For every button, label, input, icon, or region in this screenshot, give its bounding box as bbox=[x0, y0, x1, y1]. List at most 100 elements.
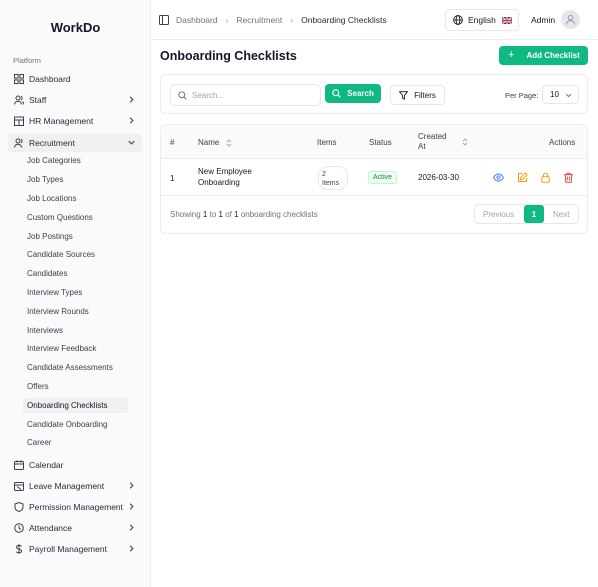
results-summary: Showing 1 to 1 of 1 onboarding checklist… bbox=[170, 210, 318, 219]
sidebar-item-payroll-management[interactable]: Payroll Management bbox=[8, 540, 142, 558]
created-header-line2: At bbox=[418, 142, 426, 151]
sidebar-subitem-candidate-onboarding[interactable]: Candidate Onboarding bbox=[23, 417, 128, 432]
sidebar-item-calendar[interactable]: Calendar bbox=[8, 456, 142, 474]
per-page-select[interactable]: 10 bbox=[542, 85, 579, 104]
sidebar-item-hr-management[interactable]: HR Management bbox=[8, 112, 142, 130]
checklists-table: # Name Items Status Created At Actions 1… bbox=[160, 124, 588, 234]
sidebar-section-label: Platform bbox=[13, 56, 41, 65]
row-created-at: 2026-03-30 bbox=[418, 173, 459, 182]
edit-icon[interactable] bbox=[517, 172, 528, 183]
chevron-down-icon bbox=[128, 140, 135, 145]
sidebar-subitem-interview-feedback[interactable]: Interview Feedback bbox=[23, 341, 128, 356]
chevron-right-icon bbox=[129, 117, 134, 124]
sidebar-item-attendance[interactable]: Attendance bbox=[8, 519, 142, 537]
sidebar-subitem-candidate-assessments[interactable]: Candidate Assessments bbox=[23, 360, 128, 375]
sidebar-item-label: Permission Management bbox=[29, 502, 124, 512]
items-count-badge: 2 Items bbox=[318, 166, 348, 190]
chevron-right-icon bbox=[129, 503, 134, 510]
breadcrumb-recruitment[interactable]: Recruitment bbox=[236, 15, 282, 25]
search-button-label: Search bbox=[347, 89, 374, 98]
breadcrumb-dashboard[interactable]: Dashboard bbox=[176, 15, 218, 25]
delete-icon[interactable] bbox=[563, 172, 574, 183]
search-icon bbox=[178, 90, 187, 100]
per-page-label: Per Page: bbox=[505, 91, 539, 100]
breadcrumb-separator: › bbox=[290, 15, 294, 25]
calendar-off-icon bbox=[13, 481, 24, 492]
sidebar-toggle-icon[interactable] bbox=[159, 15, 169, 25]
next-page-button[interactable]: Next bbox=[553, 210, 569, 219]
sidebar-subitem-job-types[interactable]: Job Types bbox=[23, 172, 128, 187]
breadcrumb-separator: › bbox=[225, 15, 229, 25]
filter-bar: Search... Search Filters Per Page: 10 bbox=[160, 74, 588, 114]
calendar-icon bbox=[13, 460, 24, 471]
sidebar-subitem-job-categories[interactable]: Job Categories bbox=[23, 153, 128, 168]
sidebar-subitem-job-postings[interactable]: Job Postings bbox=[23, 229, 128, 244]
sidebar-subitem-candidate-sources[interactable]: Candidate Sources bbox=[23, 247, 128, 262]
summary-from: 1 bbox=[202, 210, 208, 219]
language-label: English bbox=[468, 15, 496, 25]
sidebar-item-recruitment[interactable]: Recruitment bbox=[8, 134, 142, 152]
sidebar-subitem-candidates[interactable]: Candidates bbox=[23, 266, 128, 281]
globe-icon bbox=[453, 15, 463, 25]
filter-icon bbox=[399, 90, 409, 100]
page-1-button[interactable]: 1 bbox=[524, 205, 544, 223]
sidebar-item-staff[interactable]: Staff bbox=[8, 91, 142, 109]
filters-button[interactable]: Filters bbox=[390, 85, 445, 105]
status-badge: Active bbox=[368, 171, 398, 184]
sidebar-subitem-interviews[interactable]: Interviews bbox=[23, 323, 128, 338]
view-icon[interactable] bbox=[493, 172, 504, 183]
search-button[interactable]: Search bbox=[325, 84, 381, 103]
items-label: Items bbox=[322, 180, 340, 187]
breadcrumb: Dashboard › Recruitment › Onboarding Che… bbox=[176, 15, 387, 25]
sidebar-item-label: Dashboard bbox=[29, 74, 71, 84]
chevron-right-icon bbox=[129, 524, 134, 531]
pagination: Previous 1 Next bbox=[474, 204, 579, 224]
sidebar-item-label: Staff bbox=[29, 95, 47, 105]
chevron-down-icon bbox=[565, 93, 572, 98]
language-switcher[interactable]: English bbox=[445, 9, 519, 31]
chevron-right-icon bbox=[129, 545, 134, 552]
summary-of-word: of bbox=[225, 210, 232, 219]
clock-icon bbox=[13, 523, 24, 534]
lock-icon[interactable] bbox=[540, 172, 551, 183]
search-icon bbox=[332, 89, 341, 98]
summary-to: 1 bbox=[218, 210, 223, 219]
breadcrumb-current: Onboarding Checklists bbox=[301, 15, 387, 25]
column-header-status: Status bbox=[369, 138, 392, 147]
column-header-name-label: Name bbox=[198, 138, 220, 147]
column-header-created-at[interactable]: Created At bbox=[418, 132, 446, 152]
user-name[interactable]: Admin bbox=[531, 15, 555, 25]
sidebar-item-permission-management[interactable]: Permission Management bbox=[8, 498, 142, 516]
sidebar-subitem-offers[interactable]: Offers bbox=[23, 379, 128, 394]
sidebar-subitem-career[interactable]: Career bbox=[23, 435, 128, 450]
sort-icon[interactable] bbox=[462, 138, 468, 146]
sidebar-subitem-onboarding-checklists[interactable]: Onboarding Checklists bbox=[23, 398, 128, 413]
sidebar-subitem-custom-questions[interactable]: Custom Questions bbox=[23, 210, 128, 225]
sidebar-subitem-job-locations[interactable]: Job Locations bbox=[23, 191, 128, 206]
sidebar-subitem-interview-types[interactable]: Interview Types bbox=[23, 285, 128, 300]
search-input[interactable]: Search... bbox=[170, 84, 321, 106]
sidebar-item-dashboard[interactable]: Dashboard bbox=[8, 70, 142, 88]
column-header-actions: Actions bbox=[549, 138, 576, 147]
per-page-value: 10 bbox=[550, 90, 559, 99]
row-name: New Employee Onboarding bbox=[198, 166, 252, 188]
users-icon bbox=[13, 95, 24, 106]
summary-total: 1 bbox=[234, 210, 239, 219]
grid-icon bbox=[13, 74, 24, 85]
summary-suffix: onboarding checklists bbox=[240, 210, 318, 219]
user-plus-icon bbox=[13, 138, 24, 149]
sidebar-subitem-interview-rounds[interactable]: Interview Rounds bbox=[23, 304, 128, 319]
sidebar-item-label: HR Management bbox=[29, 116, 94, 126]
sidebar-item-label: Leave Management bbox=[29, 481, 105, 491]
sidebar-item-label: Recruitment bbox=[29, 138, 75, 148]
avatar[interactable] bbox=[561, 10, 580, 29]
dollar-icon bbox=[13, 544, 24, 555]
previous-page-button[interactable]: Previous bbox=[483, 210, 514, 219]
row-number: 1 bbox=[170, 174, 175, 183]
page-title: Onboarding Checklists bbox=[160, 49, 297, 63]
column-header-number: # bbox=[170, 138, 175, 147]
sidebar-item-leave-management[interactable]: Leave Management bbox=[8, 477, 142, 495]
add-checklist-button[interactable]: + Add Checklist bbox=[499, 46, 588, 65]
sidebar: WorkDo Platform Dashboard Staff HR Manag… bbox=[0, 0, 151, 587]
column-header-name[interactable]: Name bbox=[198, 138, 232, 147]
